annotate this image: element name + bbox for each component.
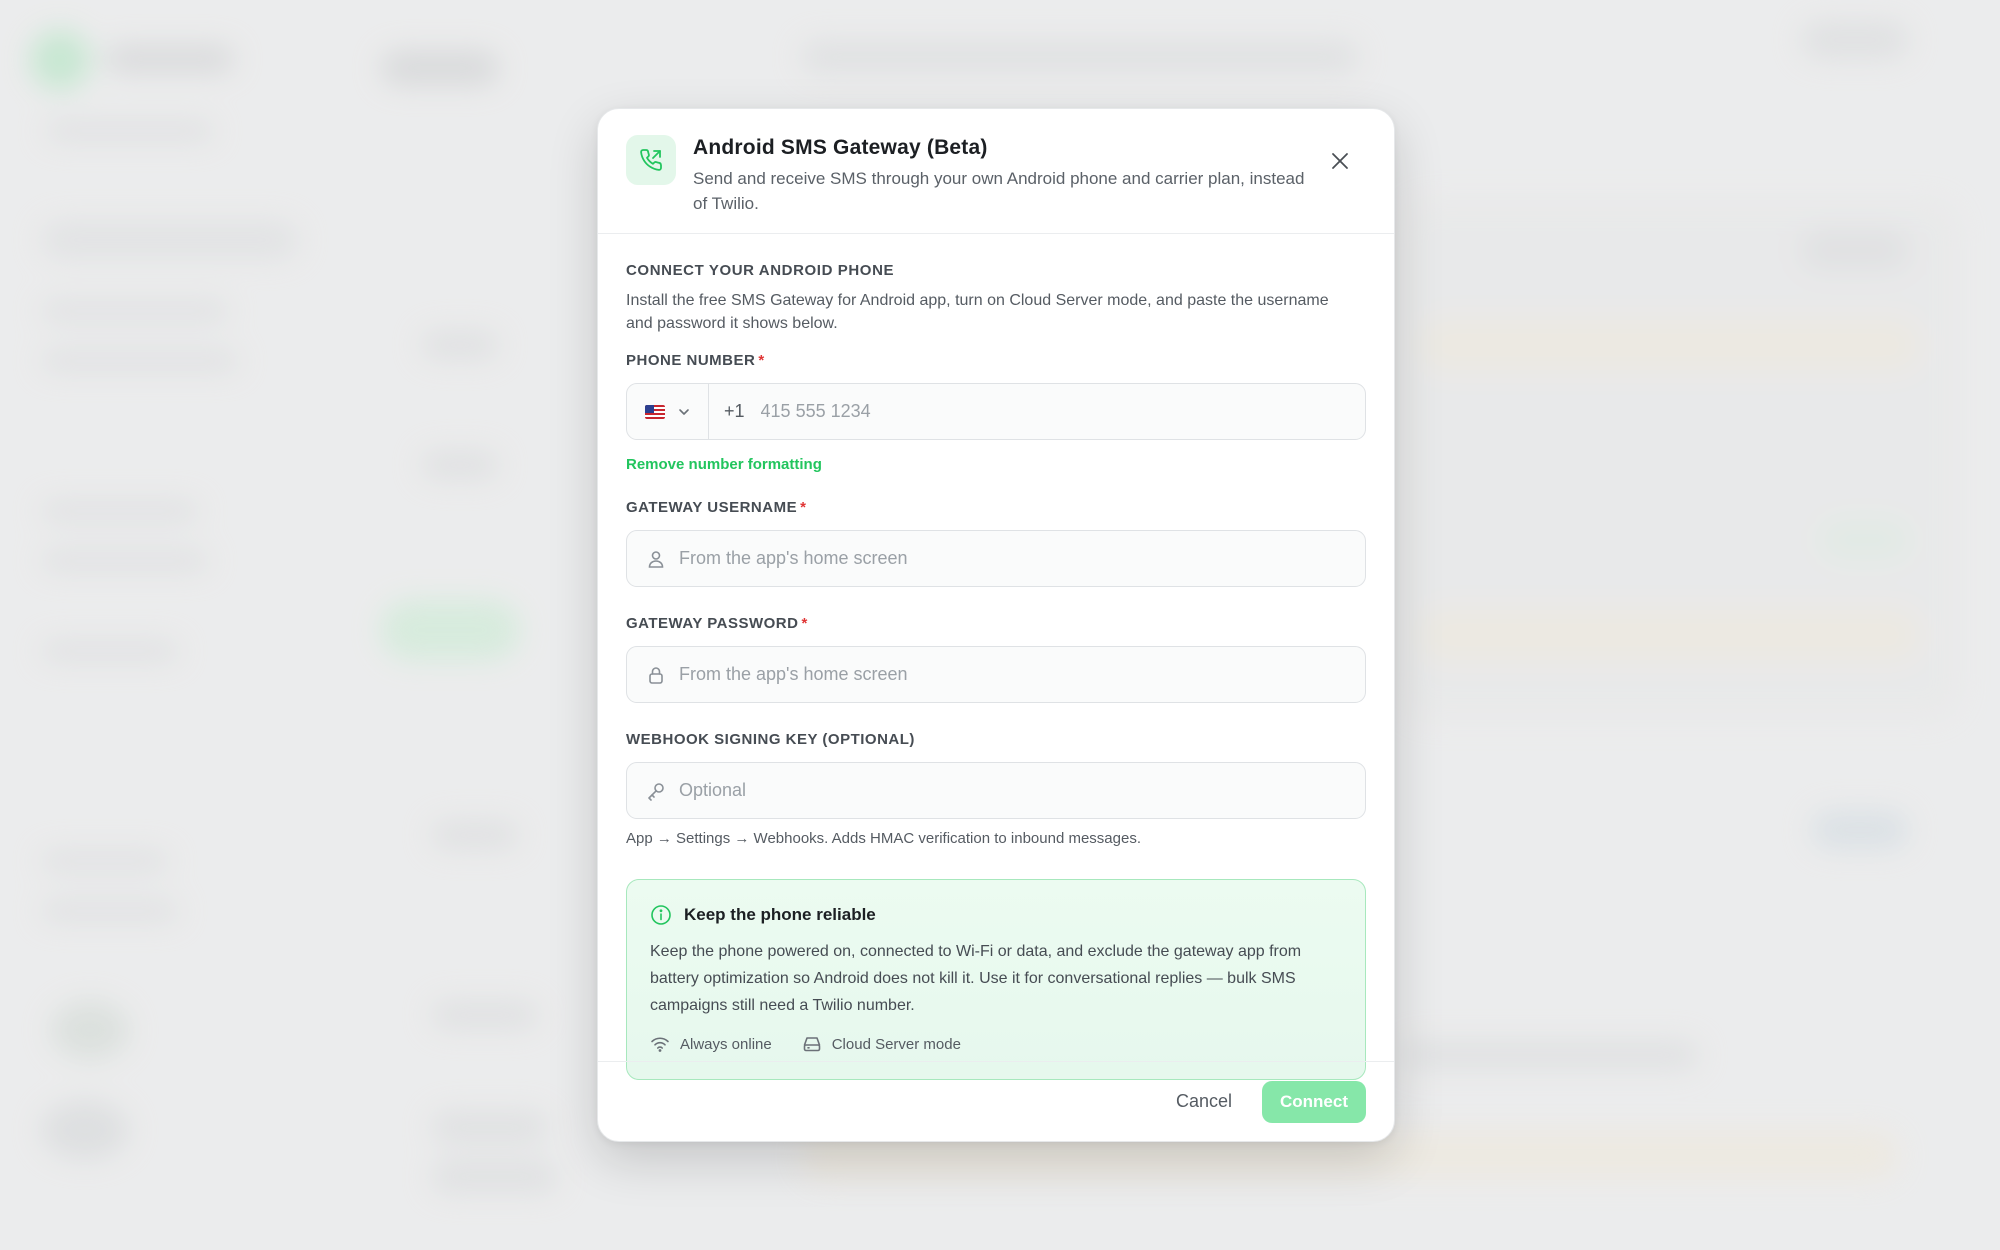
required-mark: * [800, 499, 807, 516]
username-label-text: GATEWAY USERNAME [626, 499, 798, 516]
webhook-field-group: WEBHOOK SIGNING KEY (OPTIONAL) App → Set… [626, 730, 1366, 849]
callout-text: Keep the phone powered on, connected to … [650, 943, 1302, 1014]
dialog-title: Android SMS Gateway (Beta) [693, 136, 988, 159]
password-label-text: GATEWAY PASSWORD [626, 615, 799, 632]
username-input-group [626, 530, 1366, 587]
wifi-icon [651, 1037, 669, 1052]
callout-tags: Always online Cloud Server mode [650, 1035, 1343, 1053]
dialog-subtitle: Send and receive SMS through your own An… [693, 169, 1305, 213]
webhook-input-group [626, 762, 1366, 819]
phone-label: PHONE NUMBER * [626, 351, 1366, 371]
tag-label: Cloud Server mode [831, 1035, 961, 1053]
key-icon [645, 780, 667, 802]
password-label: GATEWAY PASSWORD * [626, 614, 1366, 634]
lock-icon [645, 664, 667, 686]
dialog-body: CONNECT YOUR ANDROID PHONE Install the f… [598, 234, 1394, 1080]
dialog-header: Android SMS Gateway (Beta) Send and rece… [598, 109, 1394, 234]
server-icon [803, 1037, 821, 1052]
reliability-callout: Keep the phone reliable Keep the phone p… [626, 879, 1366, 1080]
webhook-hint: App → Settings → Webhooks. Adds HMAC ver… [626, 830, 1141, 847]
webhook-key-input[interactable] [667, 763, 1365, 818]
country-select[interactable] [627, 384, 709, 439]
password-input-group [626, 646, 1366, 703]
phone-input-group: +1 [626, 383, 1366, 440]
phone-outgoing-icon [626, 135, 676, 185]
username-label: GATEWAY USERNAME * [626, 498, 1366, 518]
us-flag-icon [644, 404, 665, 419]
info-icon [651, 905, 671, 925]
remove-formatting-link[interactable]: Remove number formatting [626, 456, 822, 473]
dial-code: +1 [724, 401, 745, 421]
required-mark: * [801, 615, 808, 632]
dialog-footer: Cancel Connect [598, 1061, 1394, 1141]
connect-button[interactable]: Connect [1262, 1080, 1366, 1123]
cancel-button[interactable]: Cancel [1176, 1091, 1232, 1112]
chevron-down-icon [678, 408, 689, 415]
close-icon [1332, 153, 1348, 169]
section-description: Install the free SMS Gateway for Android… [626, 292, 1329, 332]
username-input[interactable] [667, 531, 1365, 586]
sms-gateway-dialog: Android SMS Gateway (Beta) Send and rece… [597, 108, 1395, 1142]
section-title: CONNECT YOUR ANDROID PHONE [626, 262, 895, 279]
password-input[interactable] [667, 647, 1365, 702]
close-button[interactable] [1326, 147, 1354, 175]
user-icon [645, 548, 667, 570]
password-field-group: GATEWAY PASSWORD * [626, 614, 1366, 703]
phone-input[interactable] [744, 384, 1365, 439]
username-field-group: GATEWAY USERNAME * [626, 498, 1366, 587]
tag-always-online: Always online [650, 1035, 772, 1053]
required-mark: * [758, 352, 765, 369]
callout-title: Keep the phone reliable [684, 905, 876, 924]
phone-label-text: PHONE NUMBER [626, 352, 756, 369]
tag-cloud-server-mode: Cloud Server mode [802, 1035, 961, 1053]
tag-label: Always online [680, 1035, 772, 1053]
phone-field-group: PHONE NUMBER* +1 Remove number formattin… [626, 351, 1366, 474]
webhook-label: WEBHOOK SIGNING KEY (OPTIONAL) [626, 731, 915, 748]
